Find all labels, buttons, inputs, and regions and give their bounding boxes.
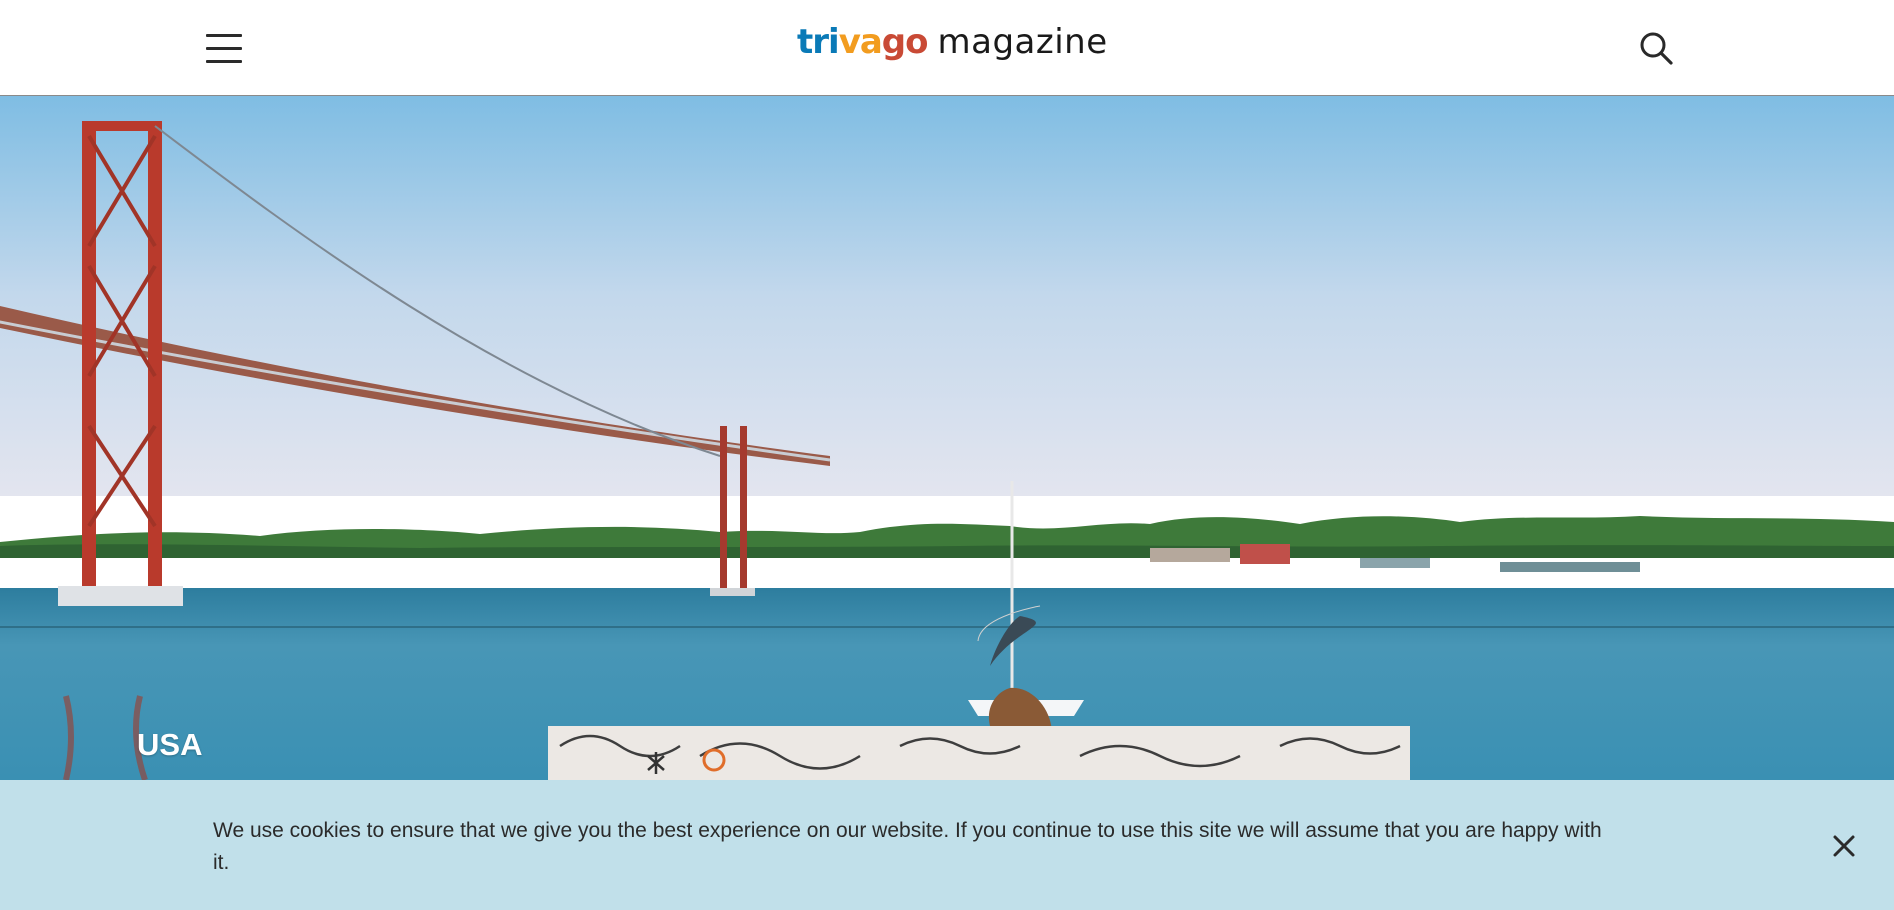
menu-bar: [206, 60, 242, 63]
site-logo[interactable]: trivago magazine: [797, 22, 1108, 72]
logo-part-3: go: [881, 22, 929, 62]
hero-category-label[interactable]: USA: [137, 727, 202, 763]
site-header: trivago magazine: [0, 0, 1894, 96]
cookie-banner: We use cookies to ensure that we give yo…: [0, 780, 1894, 910]
logo-part-1: tri: [797, 22, 840, 62]
close-icon[interactable]: [1830, 832, 1858, 860]
menu-icon[interactable]: [206, 33, 242, 63]
logo-brand: trivago: [797, 22, 928, 62]
hero-photo-bridge-river: [0, 96, 1894, 780]
cookie-message: We use cookies to ensure that we give yo…: [213, 819, 1602, 874]
logo-suffix: magazine: [937, 22, 1108, 62]
logo-part-2: va: [838, 22, 883, 62]
menu-bar: [206, 47, 242, 50]
menu-bar: [206, 34, 242, 37]
hero-image[interactable]: [0, 96, 1894, 780]
search-icon[interactable]: [1638, 30, 1674, 66]
